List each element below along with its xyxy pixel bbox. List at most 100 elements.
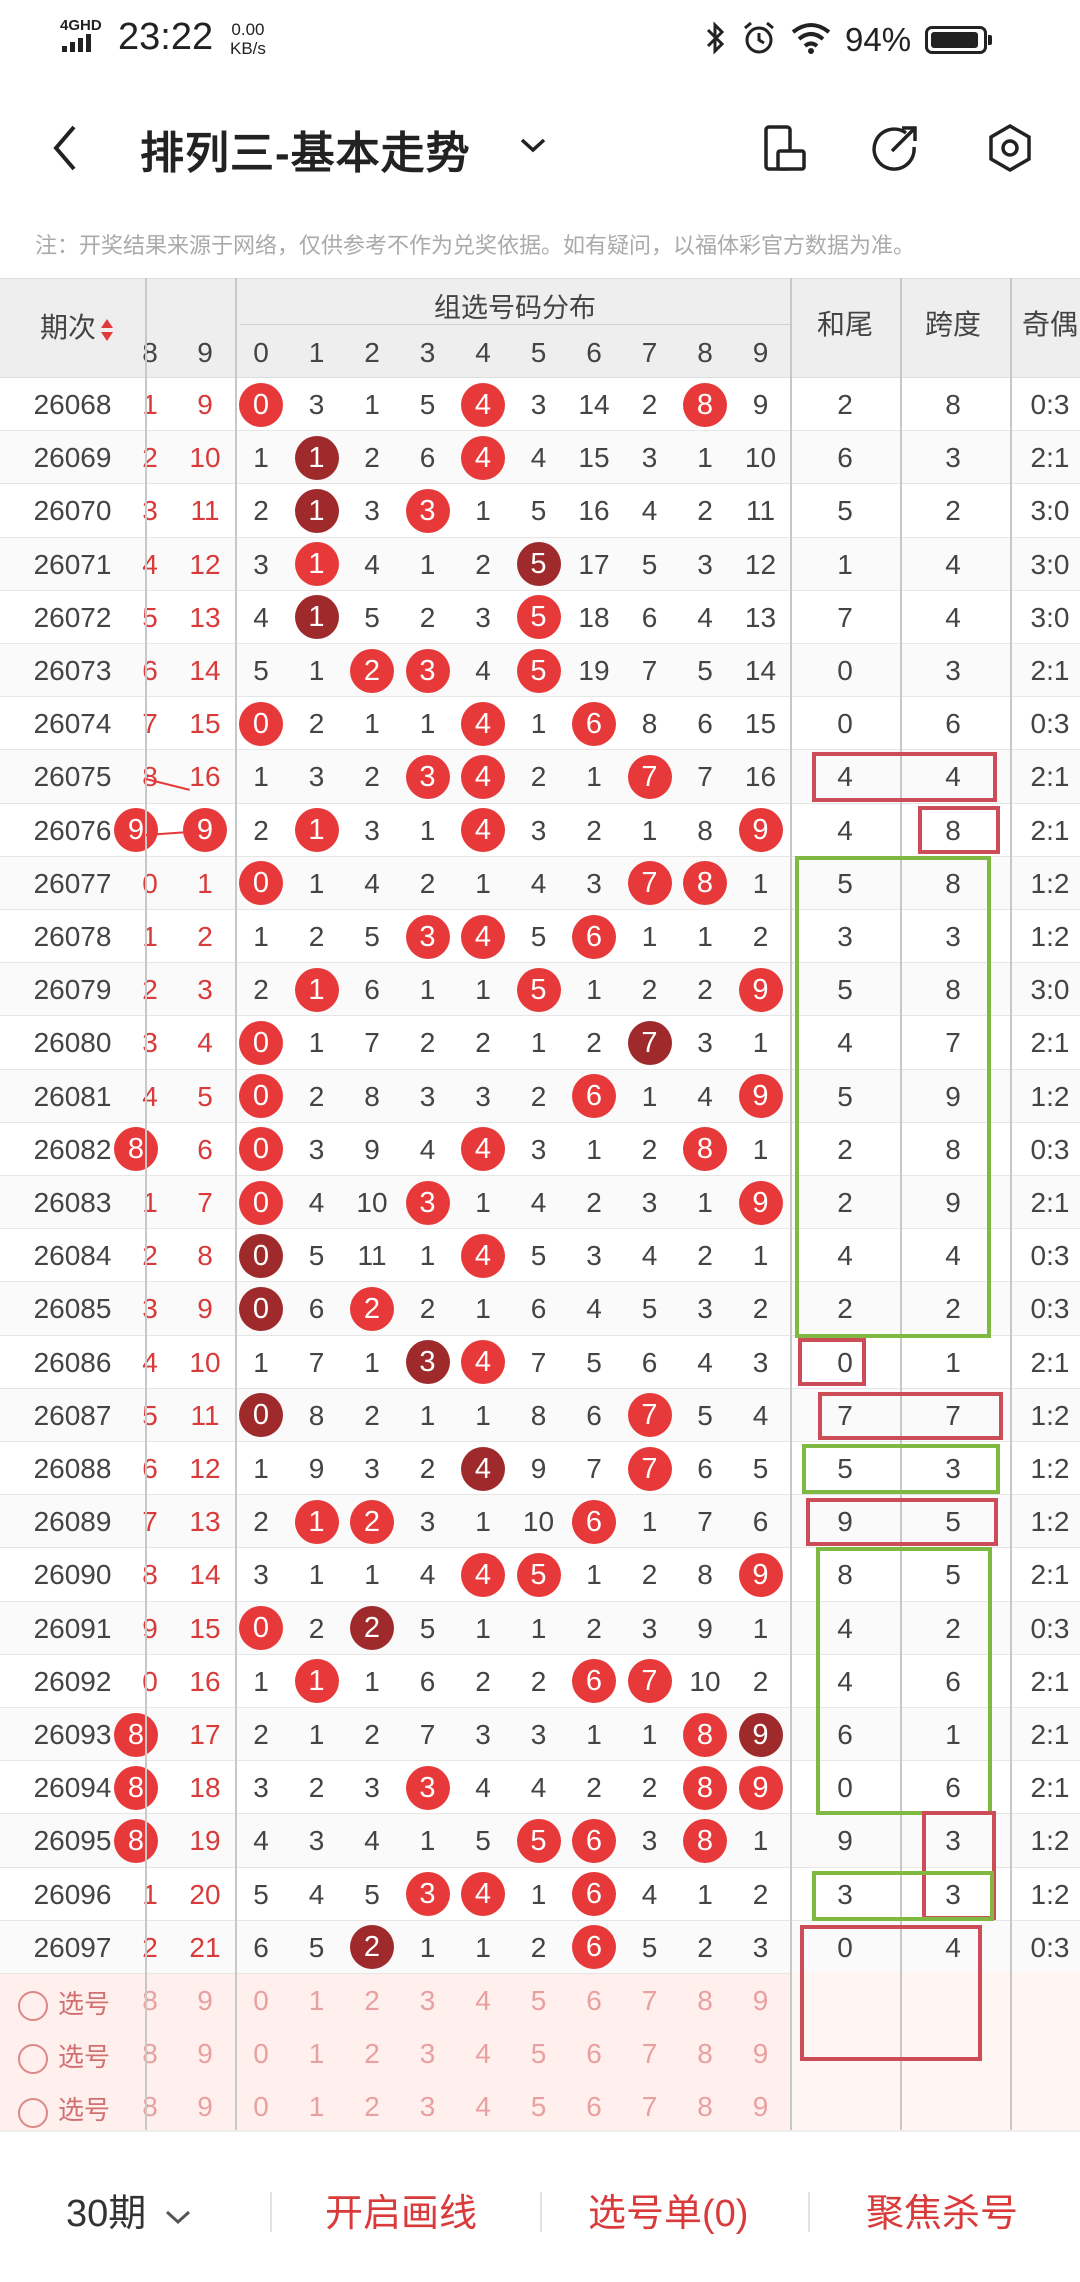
select-digit[interactable]: 0 <box>234 1974 288 2027</box>
hit-ball[interactable]: 7 <box>627 861 672 906</box>
hit-ball[interactable]: 1 <box>294 1659 339 1704</box>
hit-ball[interactable]: 4 <box>461 382 505 427</box>
share-icon[interactable] <box>870 123 920 178</box>
select-option[interactable]: 选号 <box>18 1984 110 2022</box>
hit-ball[interactable]: 6 <box>572 701 616 746</box>
select-digit[interactable]: 0 <box>234 2080 288 2133</box>
select-digit[interactable]: 4 <box>456 2027 510 2080</box>
select-option[interactable]: 选号 <box>18 2090 110 2128</box>
hit-ball[interactable]: 0 <box>239 861 283 906</box>
hit-ball[interactable]: 4 <box>461 1446 505 1491</box>
hit-ball[interactable]: 2 <box>350 1286 394 1331</box>
select-digit[interactable]: 8 <box>678 2027 732 2080</box>
hit-ball[interactable]: 4 <box>461 435 505 480</box>
select-partial-digit[interactable]: 9 <box>178 2027 232 2080</box>
hit-ball[interactable]: 1 <box>294 488 339 533</box>
hit-ball[interactable]: 6 <box>572 1074 616 1119</box>
hit-ball[interactable]: 3 <box>405 488 450 533</box>
select-digit[interactable]: 7 <box>623 1974 677 2027</box>
hit-ball[interactable]: 3 <box>405 1180 450 1225</box>
hit-ball[interactable]: 6 <box>572 1925 616 1970</box>
hit-ball[interactable]: 3 <box>405 1340 450 1385</box>
hit-ball[interactable]: 7 <box>627 1393 672 1438</box>
select-option[interactable]: 选号 <box>18 2037 110 2075</box>
hit-ball[interactable]: 9 <box>738 1074 783 1119</box>
hit-ball[interactable]: 0 <box>239 1286 283 1331</box>
focus-kill-button[interactable]: 聚焦杀号 <box>866 2182 1018 2237</box>
select-digit[interactable]: 1 <box>290 2080 344 2133</box>
select-digit[interactable]: 3 <box>401 1974 455 2027</box>
period-header[interactable]: 期次 <box>40 306 114 346</box>
hit-ball[interactable]: 4 <box>461 914 505 959</box>
period-selector[interactable]: 30期 <box>66 2182 193 2237</box>
hit-ball[interactable]: 0 <box>239 701 283 746</box>
select-digit[interactable]: 6 <box>567 1974 621 2027</box>
select-digit[interactable]: 7 <box>623 2080 677 2133</box>
hit-ball[interactable]: 6 <box>572 1872 616 1917</box>
hit-ball[interactable]: 8 <box>683 1127 727 1172</box>
hit-ball[interactable]: 7 <box>627 1446 672 1491</box>
selection-list-button[interactable]: 选号单(0) <box>588 2182 748 2237</box>
select-digit[interactable]: 1 <box>290 1974 344 2027</box>
hit-ball[interactable]: 6 <box>572 1659 616 1704</box>
hit-ball[interactable]: 9 <box>738 967 783 1012</box>
hit-ball[interactable]: 9 <box>738 1765 783 1810</box>
hit-ball[interactable]: 8 <box>683 1818 727 1863</box>
hit-ball[interactable]: 3 <box>405 648 450 693</box>
select-partial-digit[interactable]: 8 <box>123 1974 177 2027</box>
hit-ball[interactable]: 9 <box>738 1180 783 1225</box>
select-digit[interactable]: 5 <box>512 1974 566 2027</box>
hit-ball[interactable]: 0 <box>239 1393 283 1438</box>
select-digit[interactable]: 0 <box>234 2027 288 2080</box>
hit-ball[interactable]: 4 <box>461 1872 505 1917</box>
chevron-down-icon[interactable] <box>518 135 548 160</box>
hit-ball[interactable]: 5 <box>516 595 561 640</box>
page-title[interactable]: 排列三-基本走势 <box>140 117 471 181</box>
select-digit[interactable]: 9 <box>734 2027 788 2080</box>
select-partial-digit[interactable]: 8 <box>123 2027 177 2080</box>
hit-ball[interactable]: 5 <box>516 967 561 1012</box>
hit-ball[interactable]: 3 <box>405 914 450 959</box>
hit-ball[interactable]: 9 <box>738 1552 783 1597</box>
select-digit[interactable]: 9 <box>734 2080 788 2133</box>
hit-ball[interactable]: 1 <box>294 967 339 1012</box>
hit-ball[interactable]: 1 <box>294 435 339 480</box>
hit-ball[interactable]: 7 <box>627 754 672 799</box>
select-digit[interactable]: 3 <box>401 2080 455 2133</box>
hit-ball[interactable]: 3 <box>405 1872 450 1917</box>
hit-ball[interactable]: 8 <box>683 861 727 906</box>
select-digit[interactable]: 2 <box>345 2080 399 2133</box>
hit-ball[interactable]: 0 <box>239 1074 283 1119</box>
hit-ball[interactable]: 2 <box>350 1925 394 1970</box>
select-digit[interactable]: 6 <box>567 2027 621 2080</box>
hit-ball[interactable]: 2 <box>350 1499 394 1544</box>
hit-ball[interactable]: 6 <box>572 1818 616 1863</box>
back-icon[interactable] <box>50 123 80 178</box>
hit-ball[interactable]: 8 <box>683 1765 727 1810</box>
hit-ball[interactable]: 4 <box>461 754 505 799</box>
hit-ball[interactable]: 1 <box>294 808 339 853</box>
hit-ball[interactable]: 5 <box>516 1552 561 1597</box>
hit-ball[interactable]: 5 <box>516 1818 561 1863</box>
select-partial-digit[interactable]: 9 <box>178 2080 232 2133</box>
select-partial-digit[interactable]: 9 <box>178 1974 232 2027</box>
hit-ball[interactable]: 6 <box>572 1499 616 1544</box>
hit-ball[interactable]: 2 <box>350 648 394 693</box>
hit-ball[interactable]: 9 <box>738 1712 783 1757</box>
select-digit[interactable]: 2 <box>345 1974 399 2027</box>
hit-ball[interactable]: 3 <box>405 1765 450 1810</box>
hit-ball[interactable]: 8 <box>683 382 727 427</box>
hit-ball[interactable]: 4 <box>461 1127 505 1172</box>
select-digit[interactable]: 5 <box>512 2080 566 2133</box>
hit-ball[interactable]: 5 <box>516 542 561 587</box>
settings-icon[interactable] <box>986 123 1034 178</box>
draw-lines-button[interactable]: 开启画线 <box>325 2182 477 2237</box>
hit-ball[interactable]: 7 <box>627 1020 672 1065</box>
hit-ball[interactable]: 1 <box>294 595 339 640</box>
hit-ball[interactable]: 0 <box>239 1233 283 1278</box>
select-digit[interactable]: 3 <box>401 2027 455 2080</box>
select-digit[interactable]: 7 <box>623 2027 677 2080</box>
select-digit[interactable]: 8 <box>678 1974 732 2027</box>
hit-ball[interactable]: 1 <box>294 1499 339 1544</box>
phone-rotate-icon[interactable] <box>760 123 808 178</box>
